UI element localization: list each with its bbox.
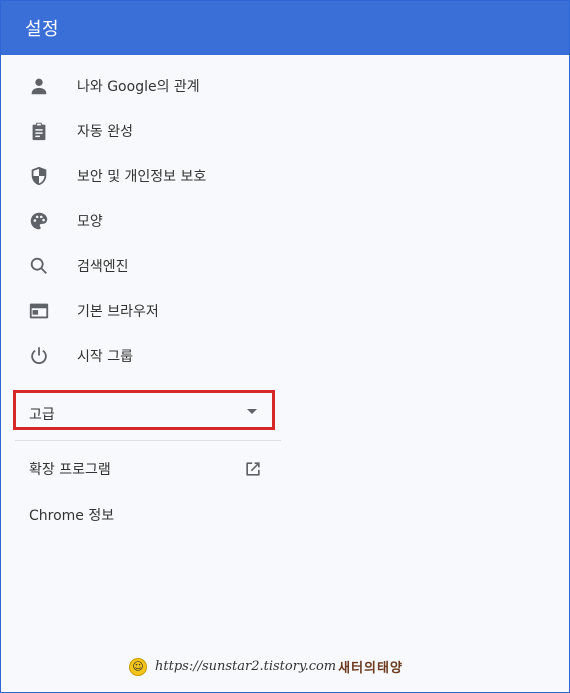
menu-item-label: 검색엔진 — [77, 258, 129, 275]
settings-window: 설정 나와 Google의 관계 자동 완성 보안 및 개인정보 보호 모양 검… — [0, 0, 570, 693]
menu-item-label: 보안 및 개인정보 보호 — [77, 168, 207, 185]
open-in-new-icon — [243, 459, 263, 479]
about-label: Chrome 정보 — [29, 508, 115, 524]
clipboard-icon — [27, 119, 51, 143]
menu-item-label: 시작 그룹 — [77, 348, 133, 365]
settings-header: 설정 — [1, 1, 569, 55]
watermark-url: https://sunstar2.tistory.com — [155, 659, 337, 674]
menu-item-label: 모양 — [77, 213, 103, 230]
menu-item-appearance[interactable]: 모양 — [1, 198, 569, 243]
watermark-brand: 새터의태양 — [338, 661, 403, 676]
search-icon — [27, 254, 51, 278]
shield-icon — [27, 164, 51, 188]
settings-menu: 나와 Google의 관계 자동 완성 보안 및 개인정보 보호 모양 검색엔진 — [1, 55, 569, 378]
power-icon — [27, 344, 51, 368]
menu-item-you-and-google[interactable]: 나와 Google의 관계 — [1, 63, 569, 108]
smiley-icon: ☺ — [129, 657, 147, 676]
menu-item-label: 나와 Google의 관계 — [77, 78, 200, 95]
menu-item-autofill[interactable]: 자동 완성 — [1, 108, 569, 153]
menu-item-label: 자동 완성 — [77, 123, 133, 140]
browser-window-icon — [27, 299, 51, 323]
advanced-label: 고급 — [29, 407, 55, 423]
extensions-label: 확장 프로그램 — [29, 462, 111, 478]
menu-item-default-browser[interactable]: 기본 브라우저 — [1, 288, 569, 333]
menu-item-label: 기본 브라우저 — [77, 303, 159, 320]
extensions-link[interactable]: 확장 프로그램 — [1, 446, 281, 492]
menu-item-search-engine[interactable]: 검색엔진 — [1, 243, 569, 288]
watermark: ☺ https://sunstar2.tistory.com 새터의태양 — [129, 657, 403, 676]
caret-down-icon — [247, 409, 257, 414]
advanced-toggle[interactable]: 고급 — [1, 388, 281, 440]
menu-item-security-privacy[interactable]: 보안 및 개인정보 보호 — [1, 153, 569, 198]
about-chrome-link[interactable]: Chrome 정보 — [1, 492, 281, 538]
page-title: 설정 — [25, 19, 60, 40]
divider — [15, 440, 281, 441]
palette-icon — [27, 209, 51, 233]
advanced-section: 고급 — [1, 388, 569, 441]
person-icon — [27, 74, 51, 98]
lower-menu: 확장 프로그램 Chrome 정보 — [1, 446, 569, 538]
menu-item-on-startup[interactable]: 시작 그룹 — [1, 333, 569, 378]
